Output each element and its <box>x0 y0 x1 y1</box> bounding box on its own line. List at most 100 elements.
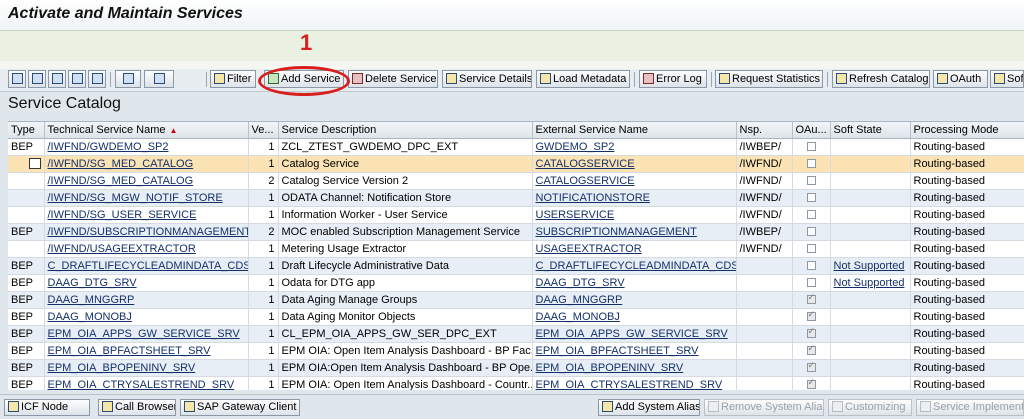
cell-external-service-name[interactable]: USAGEEXTRACTOR <box>532 240 737 258</box>
cell-technical-service-name[interactable]: /IWFND/SG_MGW_NOTIF_STORE <box>44 189 249 207</box>
cell-external-service-name[interactable]: EPM_OIA_BPFACTSHEET_SRV <box>532 342 737 360</box>
table-row[interactable]: /IWFND/SG_MED_CATALOG 2 Catalog Service Ve… <box>8 172 1024 190</box>
oauth-checkbox[interactable] <box>806 193 816 202</box>
cell-technical-service-name[interactable]: EPM_OIA_BPFACTSHEET_SRV <box>44 342 249 360</box>
cell-version: 1 <box>248 359 279 377</box>
cell-external-service-name[interactable]: EPM_OIA_APPS_GW_SERVICE_SRV <box>532 325 737 343</box>
col-type[interactable]: Type <box>8 122 45 139</box>
add-system-alias-button[interactable]: Add System Alias <box>598 399 700 416</box>
col-oauth[interactable]: OAu... <box>792 122 831 139</box>
soft-state-link[interactable]: Not Supported <box>834 260 905 272</box>
load-metadata-button[interactable]: Load Metadata <box>536 70 630 88</box>
col-processing-mode[interactable]: Processing Mode <box>910 122 1024 139</box>
oauth-checkbox[interactable] <box>806 326 816 338</box>
filter-button[interactable]: Filter <box>210 70 256 88</box>
cell-service-description: Odata for DTG app <box>278 274 533 292</box>
cell-technical-service-name[interactable]: /IWFND/GWDEMO_SP2 <box>44 138 249 156</box>
oauth-checkbox[interactable] <box>806 278 816 287</box>
cell-technical-service-name[interactable]: /IWFND/SG_MED_CATALOG <box>44 155 249 173</box>
cell-external-service-name[interactable]: DAAG_MNGGRP <box>532 291 737 309</box>
cell-technical-service-name[interactable]: C_DRAFTLIFECYCLEADMINDATA_CDS <box>44 257 249 275</box>
layout-icon[interactable] <box>144 70 174 88</box>
cell-technical-service-name[interactable]: EPM_OIA_CTRYSALESTREND_SRV <box>44 376 249 390</box>
cell-external-service-name[interactable]: SUBSCRIPTIONMANAGEMENT <box>532 223 737 241</box>
oauth-checkbox[interactable] <box>806 227 816 236</box>
cell-technical-service-name[interactable]: /IWFND/SUBSCRIPTIONMANAGEMENT <box>44 223 249 241</box>
sort-ascending-icon[interactable] <box>28 70 46 88</box>
cell-external-service-name[interactable]: NOTIFICATIONSTORE <box>532 189 737 207</box>
table-row[interactable]: BEP EPM_OIA_CTRYSALESTREND_SRV 1 EPM OIA: O… <box>8 376 1024 390</box>
cell-external-service-name[interactable]: DAAG_MONOBJ <box>532 308 737 326</box>
find-icon[interactable] <box>68 70 86 88</box>
request-statistics-button[interactable]: Request Statistics <box>715 70 823 88</box>
table-row[interactable]: BEP EPM_OIA_BPOPENINV_SRV 1 EPM OIA:Open It… <box>8 359 1024 377</box>
table-row[interactable]: /IWFND/USAGEEXTRACTOR 1 Metering Usage Ext… <box>8 240 1024 258</box>
table-row[interactable]: BEP/IWFND/GWDEMO_SP2 1 ZCL_ZTEST_GWDEMO_DP… <box>8 138 1024 156</box>
cell-technical-service-name[interactable]: /IWFND/SG_USER_SERVICE <box>44 206 249 224</box>
details-icon[interactable] <box>8 70 26 88</box>
service-implementation-button[interactable]: Service Implement... <box>916 399 1024 416</box>
col-service-description[interactable]: Service Description <box>278 122 533 139</box>
cell-oauth <box>792 138 831 156</box>
statistics-icon <box>719 73 730 84</box>
cell-processing-mode: Routing-based <box>910 223 1024 241</box>
table-row[interactable]: BEP DAAG_MNGGRP 1 Data Aging Manage Groups D… <box>8 291 1024 309</box>
table-row[interactable]: /IWFND/SG_MGW_NOTIF_STORE 1 ODATA Channel:… <box>8 189 1024 207</box>
service-details-button[interactable]: Service Details <box>442 70 532 88</box>
call-browser-button[interactable]: Call Browser <box>98 399 176 416</box>
col-version[interactable]: Ve... <box>248 122 279 139</box>
oauth-checkbox[interactable] <box>806 142 816 151</box>
col-external-service-name[interactable]: External Service Name <box>532 122 737 139</box>
cell-external-service-name[interactable]: CATALOGSERVICE <box>532 172 737 190</box>
cell-technical-service-name[interactable]: /IWFND/SG_MED_CATALOG <box>44 172 249 190</box>
cell-external-service-name[interactable]: USERSERVICE <box>532 206 737 224</box>
cell-technical-service-name[interactable]: DAAG_MONOBJ <box>44 308 249 326</box>
customizing-button[interactable]: Customizing <box>828 399 912 416</box>
error-log-button[interactable]: Error Log <box>639 70 707 88</box>
oauth-checkbox[interactable] <box>806 360 816 372</box>
cell-technical-service-name[interactable]: EPM_OIA_BPOPENINV_SRV <box>44 359 249 377</box>
cell-technical-service-name[interactable]: /IWFND/USAGEEXTRACTOR <box>44 240 249 258</box>
oauth-button[interactable]: OAuth <box>933 70 988 88</box>
soft-state-button[interactable]: Soft <box>990 70 1024 88</box>
export-icon[interactable] <box>115 70 141 88</box>
oauth-checkbox[interactable] <box>806 176 816 185</box>
oauth-checkbox[interactable] <box>806 309 816 321</box>
table-row[interactable]: BEP EPM_OIA_BPFACTSHEET_SRV 1 EPM OIA: Open… <box>8 342 1024 360</box>
cell-external-service-name[interactable]: C_DRAFTLIFECYCLEADMINDATA_CDS <box>532 257 737 275</box>
cell-external-service-name[interactable]: GWDEMO_SP2 <box>532 138 737 156</box>
cell-type: BEP <box>8 359 45 377</box>
table-row[interactable]: /IWFND/SG_USER_SERVICE 1 Information Worke… <box>8 206 1024 224</box>
oauth-checkbox[interactable] <box>806 210 816 219</box>
find-next-icon[interactable] <box>88 70 106 88</box>
table-row[interactable]: BEP C_DRAFTLIFECYCLEADMINDATA_CDS 1 Draft L… <box>8 257 1024 275</box>
table-row[interactable]: /IWFND/SG_MED_CATALOG 1 Catalog Service CAT… <box>8 155 1024 173</box>
delete-service-button[interactable]: Delete Service <box>348 70 438 88</box>
oauth-checkbox[interactable] <box>806 377 816 389</box>
sort-descending-icon[interactable] <box>48 70 66 88</box>
sap-gateway-client-button[interactable]: SAP Gateway Client <box>180 399 300 416</box>
col-technical-service-name[interactable]: Technical Service Name ▲ <box>44 122 249 139</box>
remove-system-alias-button[interactable]: Remove System Alias <box>704 399 824 416</box>
cell-external-service-name[interactable]: EPM_OIA_BPOPENINV_SRV <box>532 359 737 377</box>
oauth-checkbox[interactable] <box>806 244 816 253</box>
refresh-catalog-button[interactable]: Refresh Catalog <box>832 70 930 88</box>
oauth-checkbox[interactable] <box>806 292 816 304</box>
table-row[interactable]: BEP DAAG_DTG_SRV 1 Odata for DTG app DAAG_DT… <box>8 274 1024 292</box>
col-soft-state[interactable]: Soft State <box>830 122 911 139</box>
oauth-checkbox[interactable] <box>806 261 816 270</box>
cell-external-service-name[interactable]: CATALOGSERVICE <box>532 155 737 173</box>
table-row[interactable]: BEP EPM_OIA_APPS_GW_SERVICE_SRV 1 CL_EPM_OI… <box>8 325 1024 343</box>
table-row[interactable]: BEP DAAG_MONOBJ 1 Data Aging Monitor Object… <box>8 308 1024 326</box>
oauth-checkbox[interactable] <box>806 159 816 168</box>
col-namespace[interactable]: Nsp. <box>736 122 793 139</box>
cell-external-service-name[interactable]: EPM_OIA_CTRYSALESTREND_SRV <box>532 376 737 390</box>
cell-technical-service-name[interactable]: DAAG_DTG_SRV <box>44 274 249 292</box>
cell-external-service-name[interactable]: DAAG_DTG_SRV <box>532 274 737 292</box>
table-row[interactable]: BEP/IWFND/SUBSCRIPTIONMANAGEMENT 2 MOC ena… <box>8 223 1024 241</box>
cell-technical-service-name[interactable]: DAAG_MNGGRP <box>44 291 249 309</box>
icf-node-button[interactable]: ICF Node <box>4 399 90 416</box>
soft-state-link[interactable]: Not Supported <box>834 277 905 289</box>
cell-technical-service-name[interactable]: EPM_OIA_APPS_GW_SERVICE_SRV <box>44 325 249 343</box>
oauth-checkbox[interactable] <box>806 343 816 355</box>
